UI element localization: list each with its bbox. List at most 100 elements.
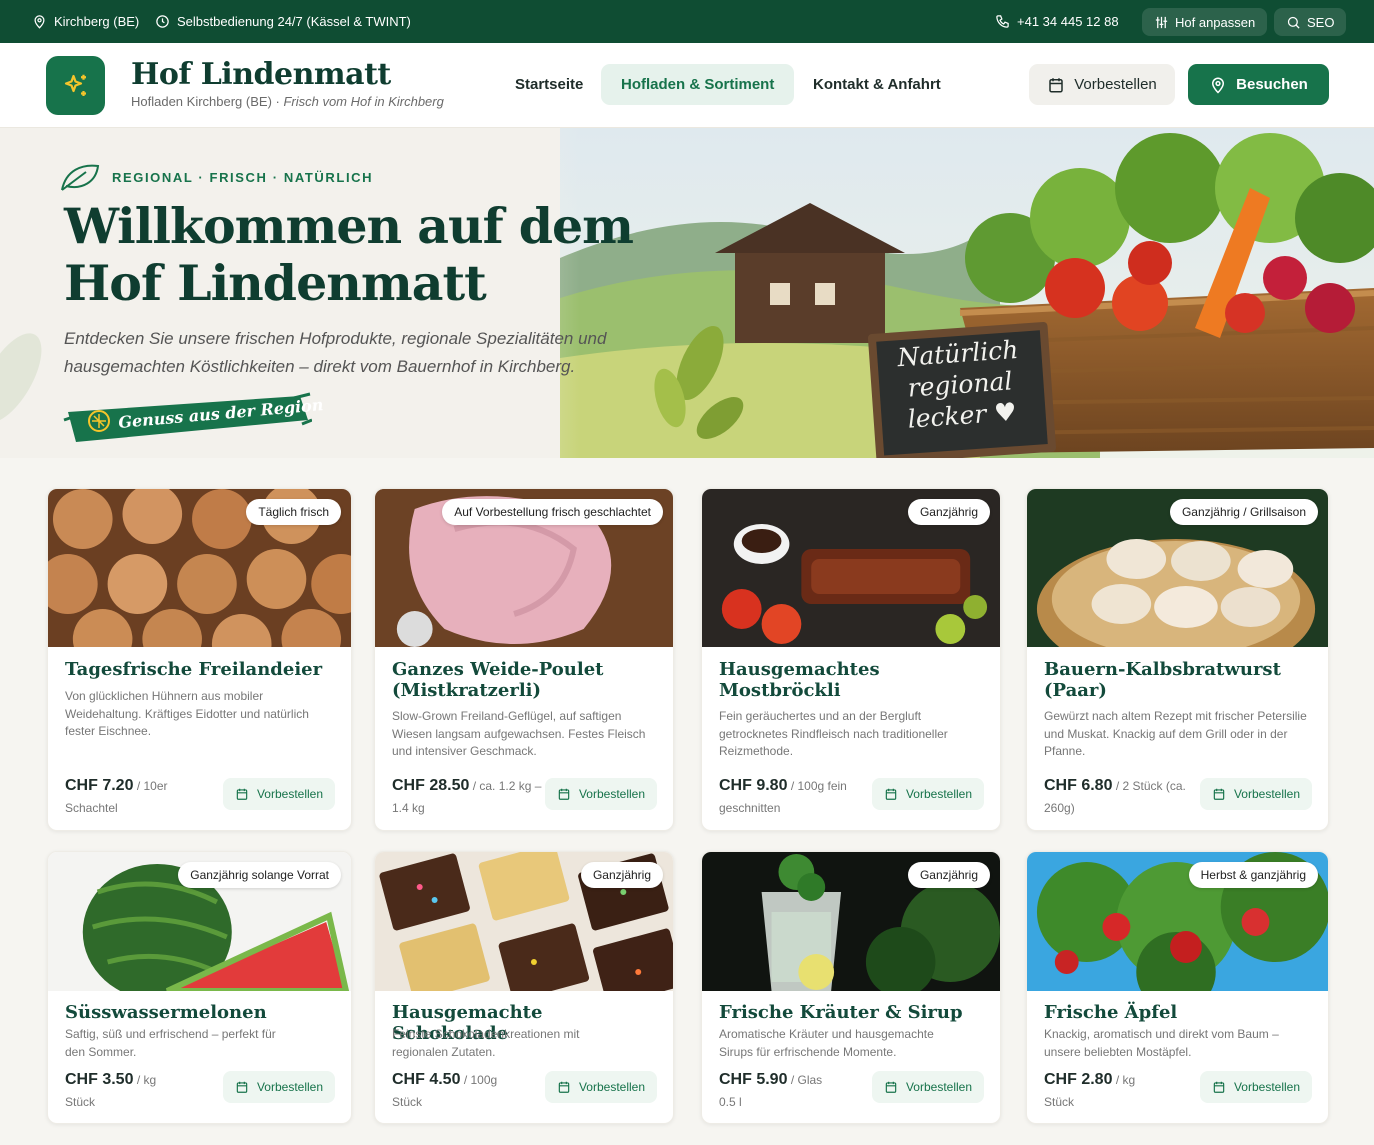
calendar-icon — [558, 788, 570, 800]
price-value: CHF 9.80 — [719, 777, 788, 794]
product-description: Fein geräuchertes und an der Bergluft ge… — [719, 709, 948, 758]
product-title: Süsswassermelonen — [65, 1002, 267, 1023]
preorder-label: Vorbestellen — [1074, 76, 1157, 93]
hero-eyebrow: REGIONAL · FRISCH · NATÜRLICH — [58, 162, 373, 192]
product-card[interactable]: Auf Vorbestellung frisch geschlachtet Ga… — [374, 488, 674, 831]
calendar-icon — [1049, 77, 1063, 92]
preorder-product-button[interactable]: Vorbestellen — [544, 778, 657, 810]
preorder-label: Vorbestellen — [578, 787, 645, 801]
location-text: Kirchberg (BE) — [54, 14, 140, 29]
customize-farm-button[interactable]: Hof anpassen — [1142, 8, 1268, 36]
availability-tag: Ganzjährig — [907, 499, 990, 525]
preorder-product-button[interactable]: Vorbestellen — [871, 1071, 984, 1103]
availability-tag: Täglich frisch — [246, 499, 341, 525]
preorder-product-button[interactable]: Vorbestellen — [871, 778, 984, 810]
visit-label: Besuchen — [1236, 76, 1308, 93]
availability-tag: Auf Vorbestellung frisch geschlachtet — [442, 499, 663, 525]
preorder-product-button[interactable]: Vorbestellen — [222, 1071, 335, 1103]
region-badge: Genuss aus der Region — [62, 390, 324, 451]
product-description: Gewürzt nach altem Rezept mit frischer P… — [1044, 709, 1307, 758]
calendar-icon — [558, 1081, 570, 1093]
brand-title[interactable]: Hof Lindenmatt — [131, 57, 391, 92]
leaf-icon — [61, 164, 100, 191]
hero-title: Willkommen auf dem Hof Lindenmatt — [64, 197, 634, 312]
price-value: CHF 7.20 — [65, 777, 134, 794]
hero-section: Natürlich regional lecker ♥ REGIONAL · F… — [0, 128, 1374, 458]
preorder-label: Vorbestellen — [1233, 1080, 1300, 1094]
product-card[interactable]: Herbst & ganzjährig Frische Äpfel Knacki… — [1026, 851, 1329, 1124]
sparkle-icon — [64, 74, 86, 96]
brand-subtitle: Hofladen Kirchberg (BE) · Frisch vom Hof… — [131, 94, 444, 109]
product-image-apples: Herbst & ganzjährig — [1027, 852, 1328, 991]
product-title: Hausgemachtes Mostbröckli — [719, 659, 880, 701]
product-description: Aromatische Kräuter und hausgemachte Sir… — [719, 1027, 934, 1059]
product-price: CHF 4.50 / 100g Stück — [392, 1069, 502, 1113]
product-description: Slow-Grown Freiland-Geflügel, auf saftig… — [392, 709, 646, 758]
availability-tag: Ganzjährig / Grillsaison — [1169, 499, 1318, 525]
preorder-product-button[interactable]: Vorbestellen — [1199, 1071, 1312, 1103]
product-price: CHF 6.80 / 2 Stück (ca. 260g) — [1044, 775, 1194, 819]
sliders-icon — [1155, 16, 1168, 28]
preorder-button[interactable]: Vorbestellen — [1029, 64, 1175, 105]
price-value: CHF 5.90 — [719, 1071, 788, 1088]
product-description: Saftig, süß und erfrischend – perfekt fü… — [65, 1027, 276, 1059]
search-icon — [1287, 16, 1300, 29]
calendar-icon — [1213, 788, 1225, 800]
price-value: CHF 2.80 — [1044, 1071, 1113, 1088]
product-card[interactable]: Ganzjährig solange Vorrat Süsswassermelo… — [47, 851, 352, 1124]
logo[interactable] — [46, 56, 105, 115]
product-price: CHF 2.80 / kg Stück — [1044, 1069, 1154, 1113]
product-card[interactable]: Ganzjährig Hausgemachte Schokolade Feins… — [374, 851, 674, 1124]
availability-tag: Herbst & ganzjährig — [1188, 862, 1318, 888]
preorder-product-button[interactable]: Vorbestellen — [1199, 778, 1312, 810]
hero-description: Entdecken Sie unsere frischen Hofprodukt… — [64, 329, 607, 376]
nav-shop-assortment[interactable]: Hofladen & Sortiment — [601, 64, 795, 105]
calendar-icon — [885, 1081, 897, 1093]
visit-button[interactable]: Besuchen — [1188, 64, 1329, 105]
price-value: CHF 4.50 — [392, 1071, 461, 1088]
nav-contact-directions[interactable]: Kontakt & Anfahrt — [793, 64, 961, 105]
product-card[interactable]: Ganzjährig / Grillsaison Bauern-Kalbsbra… — [1026, 488, 1329, 831]
price-value: CHF 28.50 — [392, 777, 470, 794]
clock-icon — [156, 15, 169, 28]
phone-link[interactable]: +41 34 445 12 88 — [995, 0, 1119, 43]
preorder-product-button[interactable]: Vorbestellen — [544, 1071, 657, 1103]
availability-tag: Ganzjährig — [580, 862, 663, 888]
availability-tag: Ganzjährig solange Vorrat — [178, 862, 341, 888]
nav-home[interactable]: Startseite — [495, 64, 603, 105]
preorder-label: Vorbestellen — [256, 1080, 323, 1094]
product-image-mostbroeckli: Ganzjährig — [702, 489, 1000, 647]
product-image-bratwurst: Ganzjährig / Grillsaison — [1027, 489, 1328, 647]
preorder-product-button[interactable]: Vorbestellen — [222, 778, 335, 810]
product-title: Frische Kräuter & Sirup — [719, 1002, 963, 1023]
product-description: Feinste Schokoladenkreationen mit region… — [392, 1027, 580, 1059]
seo-button[interactable]: SEO — [1274, 8, 1347, 36]
product-price: CHF 7.20 / 10er Schachtel — [65, 775, 215, 819]
product-price: CHF 9.80 / 100g fein geschnitten — [719, 775, 869, 819]
preorder-label: Vorbestellen — [905, 1080, 972, 1094]
product-card[interactable]: Ganzjährig Hausgemachtes Mostbröckli Fei… — [701, 488, 1001, 831]
product-image-eggs: Täglich frisch — [48, 489, 351, 647]
product-card[interactable]: Ganzjährig Frische Kräuter & Sirup Aroma… — [701, 851, 1001, 1124]
phone-text: +41 34 445 12 88 — [1017, 14, 1119, 29]
product-price: CHF 3.50 / kg Stück — [65, 1069, 175, 1113]
location-info: Kirchberg (BE) — [32, 0, 139, 43]
calendar-icon — [1213, 1081, 1225, 1093]
product-price: CHF 28.50 / ca. 1.2 kg – 1.4 kg — [392, 775, 542, 819]
preorder-label: Vorbestellen — [256, 787, 323, 801]
brand-subtitle-tagline: Frisch vom Hof in Kirchberg — [283, 94, 444, 109]
opening-hours-info: Selbstbedienung 24/7 (Kässel & TWINT) — [155, 0, 411, 43]
product-card[interactable]: Täglich frisch Tagesfrische Freilandeier… — [47, 488, 352, 831]
product-description: Von glücklichen Hühnern aus mobiler Weid… — [65, 689, 309, 738]
opening-hours-text: Selbstbedienung 24/7 (Kässel & TWINT) — [177, 14, 411, 29]
preorder-label: Vorbestellen — [905, 787, 972, 801]
map-pin-icon — [1212, 77, 1225, 94]
calendar-icon — [236, 1081, 248, 1093]
phone-icon — [996, 15, 1009, 28]
brand-subtitle-location: Hofladen Kirchberg (BE) · — [131, 94, 284, 109]
product-price: CHF 5.90 / Glas 0.5 l — [719, 1069, 834, 1113]
product-image-chicken: Auf Vorbestellung frisch geschlachtet — [375, 489, 673, 647]
product-title: Bauern-Kalbsbratwurst (Paar) — [1044, 659, 1281, 701]
product-image-herbs-syrup: Ganzjährig — [702, 852, 1000, 991]
product-title: Ganzes Weide-Poulet (Mistkratzerli) — [392, 659, 604, 701]
